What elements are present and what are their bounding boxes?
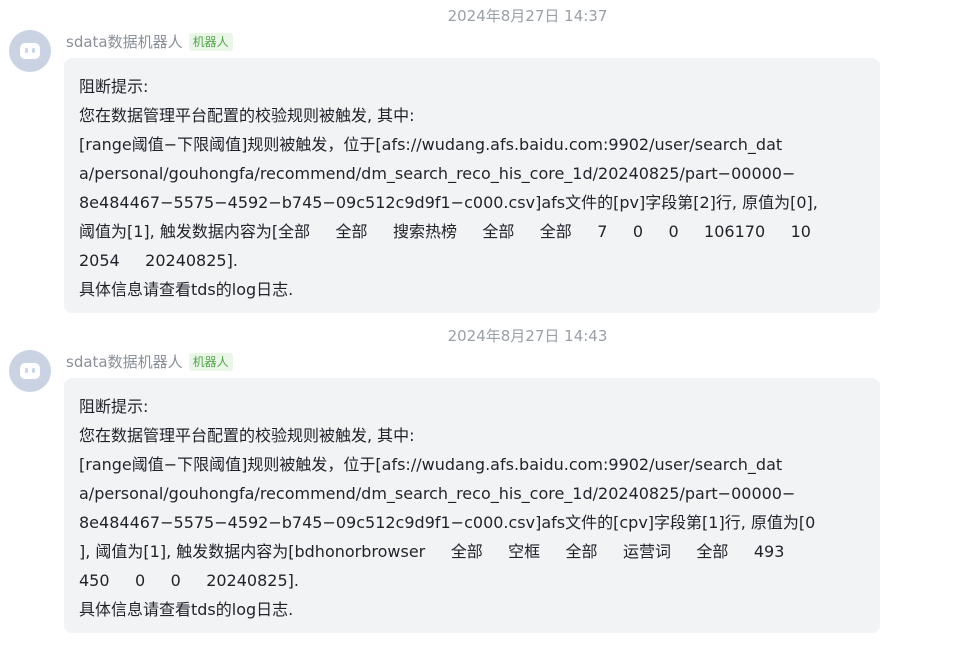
message-line: [range阈值−下限阈值]规则被触发，位于[afs://wudang.afs.… [79, 455, 783, 474]
message-line: 8e484467−5575−4592−b745−09c512c9d9f1−c00… [79, 513, 816, 532]
message-line: 2054 20240825]. [79, 251, 238, 270]
message-line: 具体信息请查看tds的log日志. [79, 600, 294, 619]
bot-avatar[interactable] [9, 350, 51, 392]
sender-info: sdata数据机器人 机器人 [66, 351, 233, 373]
message-line: ], 阈值为[1], 触发数据内容为[bdhonorbrowser 全部 空框 … [79, 542, 785, 561]
message-line: 阈值为[1], 触发数据内容为[全部 全部 搜索热榜 全部 全部 7 0 0 1… [79, 222, 811, 241]
bot-avatar[interactable] [9, 30, 51, 72]
robot-icon [20, 363, 40, 379]
message-line: 您在数据管理平台配置的校验规则被触发, 其中: [79, 106, 415, 125]
bot-badge: 机器人 [188, 33, 233, 51]
sender-name[interactable]: sdata数据机器人 [66, 31, 183, 53]
message-timestamp: 2024年8月27日 14:43 [447, 327, 608, 345]
message-timestamp: 2024年8月27日 14:37 [447, 7, 608, 25]
message-line: 具体信息请查看tds的log日志. [79, 280, 294, 299]
robot-icon [20, 43, 40, 59]
message-line: a/personal/gouhongfa/recommend/dm_search… [79, 484, 796, 503]
chat-message-list[interactable]: 2024年8月27日 14:37 sdata数据机器人 机器人 阻断提示: 您在… [0, 0, 960, 654]
message-line: [range阈值−下限阈值]规则被触发，位于[afs://wudang.afs.… [79, 135, 783, 154]
message-line: 8e484467−5575−4592−b745−09c512c9d9f1−c00… [79, 193, 818, 212]
message-line: a/personal/gouhongfa/recommend/dm_search… [79, 164, 796, 183]
message-line: 阻断提示: [79, 397, 149, 416]
message-bubble[interactable]: 阻断提示: 您在数据管理平台配置的校验规则被触发, 其中: [range阈值−下… [64, 58, 880, 313]
sender-name[interactable]: sdata数据机器人 [66, 351, 183, 373]
message-line: 450 0 0 20240825]. [79, 571, 299, 590]
sender-info: sdata数据机器人 机器人 [66, 31, 233, 53]
message-line: 您在数据管理平台配置的校验规则被触发, 其中: [79, 426, 415, 445]
bot-badge: 机器人 [188, 353, 233, 371]
message-line: 阻断提示: [79, 77, 149, 96]
message-bubble[interactable]: 阻断提示: 您在数据管理平台配置的校验规则被触发, 其中: [range阈值−下… [64, 378, 880, 633]
